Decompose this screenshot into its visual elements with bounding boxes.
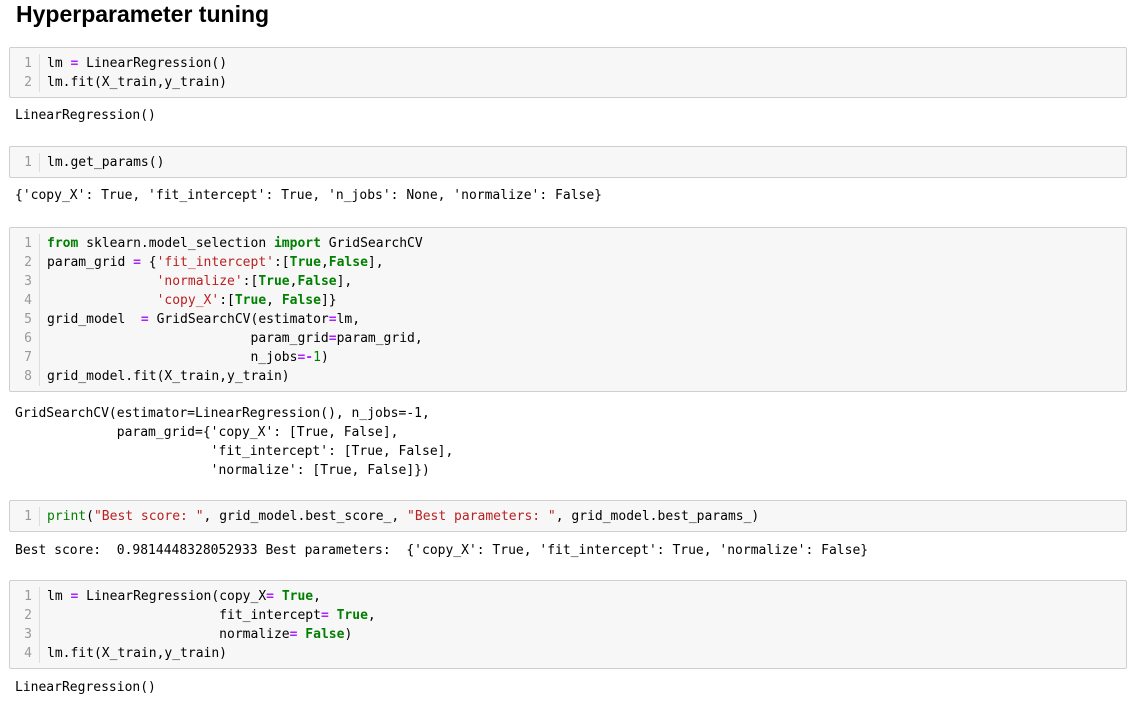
code-text: lm = LinearRegression() (47, 56, 228, 71)
line-number: 4 (10, 291, 40, 310)
code-line: 8 grid_model.fit(X_train,y_train) (10, 367, 1126, 386)
code-text: 'normalize':[True,False], (156, 274, 353, 289)
line-number: 1 (10, 153, 40, 172)
line-number: 6 (10, 329, 40, 348)
code-text: grid_model.fit(X_train,y_train) (47, 369, 290, 384)
code-text: param_grid=param_grid, (47, 331, 423, 346)
code-line: 2 lm.fit(X_train,y_train) (10, 73, 1126, 92)
code-line: 2 fit_intercept= True, (10, 606, 1126, 625)
code-text: print("Best score: ", grid_model.best_sc… (47, 509, 760, 524)
code-line: 1 print("Best score: ", grid_model.best_s… (10, 507, 1126, 526)
line-number: 4 (10, 644, 40, 663)
code-line: 4 'copy_X':[True, False]} (10, 291, 1126, 310)
code-text: fit_intercept= True, (47, 608, 376, 623)
line-number: 1 (10, 507, 40, 526)
line-number: 1 (10, 234, 40, 253)
line-number: 7 (10, 348, 40, 367)
cell-output: Best score: 0.9814448328052933 Best para… (15, 543, 869, 558)
code-line: 1 lm.get_params() (10, 153, 1126, 172)
line-number: 2 (10, 73, 40, 92)
code-line: 5 grid_model = GridSearchCV(estimator=lm, (10, 310, 1126, 329)
line-number: 2 (10, 606, 40, 625)
line-number: 1 (10, 54, 40, 73)
line-number: 3 (10, 272, 40, 291)
page-title: Hyperparameter tuning (16, 1, 270, 27)
code-line: 7 n_jobs=-1) (10, 348, 1126, 367)
code-text: lm.get_params() (47, 155, 165, 170)
cell-output: LinearRegression() (15, 108, 156, 123)
code-cell[interactable]: 1 lm = LinearRegression(copy_X= True, 2 fi… (9, 580, 1127, 669)
code-cell[interactable]: 1 from sklearn.model_selection import Gri… (9, 227, 1127, 392)
code-line: 3 normalize= False) (10, 625, 1126, 644)
cell-output: {'copy_X': True, 'fit_intercept': True, … (15, 188, 602, 203)
code-text: n_jobs=-1) (47, 350, 329, 365)
code-line: 4 lm.fit(X_train,y_train) (10, 644, 1126, 663)
code-text: 'copy_X':[True, False]} (156, 293, 337, 308)
cell-output: LinearRegression() (15, 680, 156, 695)
code-line: 1 lm = LinearRegression(copy_X= True, (10, 587, 1126, 606)
code-text: lm = LinearRegression(copy_X= True, (47, 589, 321, 604)
line-number: 8 (10, 367, 40, 386)
cell-output: GridSearchCV(estimator=LinearRegression(… (15, 406, 454, 478)
code-text: lm.fit(X_train,y_train) (47, 646, 228, 661)
code-cell[interactable]: 1 lm = LinearRegression() 2 lm.fit(X_train,… (9, 47, 1127, 98)
code-text: normalize= False) (47, 627, 353, 642)
line-number: 3 (10, 625, 40, 644)
line-number: 2 (10, 253, 40, 272)
code-line: 1 lm = LinearRegression() (10, 54, 1126, 73)
code-text: param_grid = {'fit_intercept':[True,Fals… (47, 255, 384, 270)
line-number: 1 (10, 587, 40, 606)
code-text: from sklearn.model_selection import Grid… (47, 236, 423, 251)
code-line: 2 param_grid = {'fit_intercept':[True,Fal… (10, 253, 1126, 272)
code-text: lm.fit(X_train,y_train) (47, 75, 228, 90)
code-line: 3 'normalize':[True,False], (10, 272, 1126, 291)
code-text: grid_model = GridSearchCV(estimator=lm, (47, 312, 361, 327)
code-line: 6 param_grid=param_grid, (10, 329, 1126, 348)
code-line: 1 from sklearn.model_selection import Gri… (10, 234, 1126, 253)
code-cell[interactable]: 1 print("Best score: ", grid_model.best_s… (9, 500, 1127, 532)
line-number: 5 (10, 310, 40, 329)
code-cell[interactable]: 1 lm.get_params() (9, 146, 1127, 178)
